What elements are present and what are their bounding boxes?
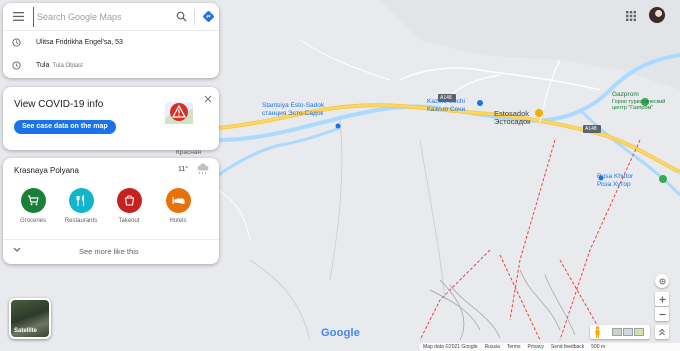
estosadok-label-ru: Эстосадок <box>494 116 531 126</box>
map-label-rosa[interactable]: Rosa Khutor Роза Хутор <box>597 173 633 188</box>
temperature: 11° <box>178 166 189 173</box>
history-icon <box>12 61 24 70</box>
covid-warning-icon <box>165 102 193 124</box>
avatar[interactable] <box>648 6 666 24</box>
category-takeout[interactable]: Takeout <box>109 188 149 224</box>
map-label-gazprom[interactable]: Gazprom Горно туристический центр "Газпр… <box>612 91 674 112</box>
search-icon <box>176 11 186 22</box>
privacy-link[interactable]: Privacy <box>527 344 543 350</box>
google-logo: Google <box>321 327 361 339</box>
search-button[interactable] <box>170 3 192 31</box>
layer-thumb-terrain[interactable] <box>612 328 622 336</box>
rosa-label-en: Rosa Khutor <box>597 173 634 180</box>
category-label: Takeout <box>118 218 140 224</box>
category-label: Restaurants <box>64 218 98 224</box>
minus-icon <box>659 313 665 315</box>
cloud-rain-icon <box>197 163 209 175</box>
takeout-icon <box>116 188 142 213</box>
map-label-estosadok[interactable]: Estosadok Эстосадок <box>494 110 530 125</box>
terms-link[interactable]: Terms <box>507 344 521 350</box>
scale-label[interactable]: 500 m <box>591 344 605 350</box>
menu-button[interactable] <box>3 3 33 31</box>
directions-icon <box>202 11 214 22</box>
zoom-in-button[interactable] <box>655 292 669 306</box>
category-label: Hotels <box>169 218 187 224</box>
map-label-station[interactable]: Stantsiya Esto-Sadok станция Эсто-Садок <box>262 102 324 117</box>
map-data-attribution: Map data ©2021 Google <box>423 344 478 350</box>
explore-divider <box>3 239 219 240</box>
kazino-label-ru: Казино Сочи <box>427 105 466 113</box>
see-more-link[interactable]: See more like this <box>79 247 139 256</box>
hamburger-icon <box>12 12 24 21</box>
search-divider <box>194 8 195 25</box>
search-input[interactable] <box>33 6 170 27</box>
apps-grid-icon[interactable] <box>624 9 638 23</box>
road-shield-a148-2: A148 <box>585 126 597 132</box>
road-shield-a148-1: A148 <box>440 95 452 101</box>
gazprom-label-ru: Горно туристический центр "Газпром" <box>612 98 666 112</box>
layer-thumb-traffic[interactable] <box>634 328 644 336</box>
directions-button[interactable] <box>197 3 219 31</box>
station-label-en: Stantsiya Esto-Sadok <box>262 102 325 109</box>
layer-thumb-transit[interactable] <box>623 328 633 336</box>
category-groceries[interactable]: Groceries <box>13 188 53 224</box>
expand-button[interactable] <box>655 325 669 339</box>
send-feedback-link[interactable]: Send feedback <box>551 344 584 350</box>
layers-strip <box>590 325 650 339</box>
pegman-icon[interactable] <box>594 326 601 338</box>
place-name: Krasnaya Polyana <box>14 166 79 175</box>
chevron-down-icon[interactable] <box>12 246 22 254</box>
recent-search-item[interactable]: Ulitsa Fridrikha Engel'sa, 53 <box>3 31 219 54</box>
bed-icon <box>165 188 191 213</box>
location-target-icon <box>659 278 665 284</box>
rosa-label-ru: Роза Хутор <box>597 180 631 188</box>
zoom-out-button[interactable] <box>655 307 669 321</box>
recent-search-item[interactable]: Tula Tula Oblast <box>3 54 219 77</box>
history-icon <box>12 38 24 47</box>
recent-title: Tula <box>36 62 50 69</box>
plus-icon <box>659 296 665 302</box>
explore-nearby-card: Krasnaya Polyana 11° Groceries Restauran… <box>3 158 219 264</box>
category-label: Groceries <box>19 218 46 224</box>
map-label-krasnaya: Красная <box>176 149 201 156</box>
fork-knife-icon <box>68 188 94 213</box>
satellite-label: Satellite <box>14 328 38 334</box>
search-bar <box>3 3 219 31</box>
covid-info-card: View COVID-19 info See case data on the … <box>3 87 219 150</box>
close-icon <box>204 95 212 103</box>
map-footer: Map data ©2021 Google Russia Terms Priva… <box>420 343 680 351</box>
satellite-toggle[interactable]: Satellite <box>9 298 51 339</box>
cart-icon <box>20 188 46 213</box>
station-label-ru: станция Эсто-Садок <box>262 109 324 117</box>
category-restaurants[interactable]: Restaurants <box>61 188 101 224</box>
country-link[interactable]: Russia <box>485 344 500 350</box>
chevron-up-icon <box>659 328 665 336</box>
category-hotels[interactable]: Hotels <box>158 188 198 224</box>
see-case-data-button[interactable]: See case data on the map <box>14 120 116 134</box>
search-panel: Ulitsa Fridrikha Engel'sa, 53 Tula Tula … <box>3 3 219 78</box>
my-location-button[interactable] <box>655 274 669 288</box>
close-covid-button[interactable] <box>202 93 214 105</box>
recent-title: Ulitsa Fridrikha Engel'sa, 53 <box>36 39 123 46</box>
covid-title: View COVID-19 info <box>14 99 104 110</box>
recent-subtitle: Tula Oblast <box>52 62 83 69</box>
